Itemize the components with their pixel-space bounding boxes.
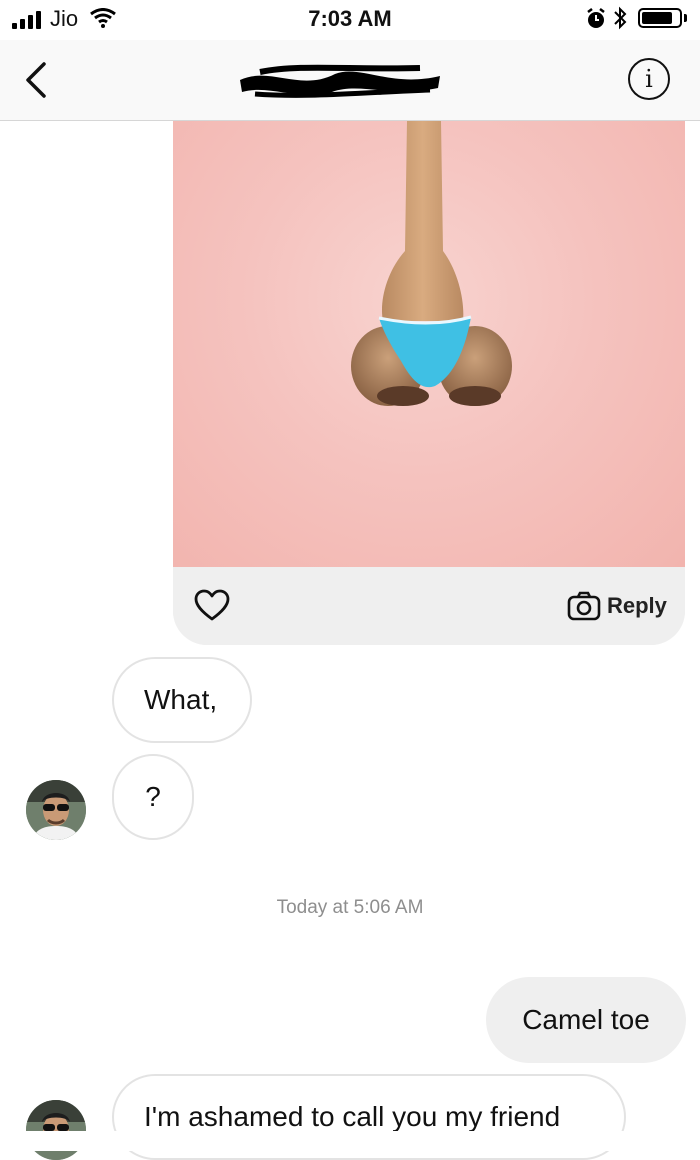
battery-icon [638,8,682,28]
reply-label: Reply [607,593,667,618]
status-bar: Jio 7:03 AM [0,0,700,40]
reply-button[interactable]: Reply [567,589,667,623]
camel-leg-illustration [351,121,512,406]
post-footer: Reply [173,567,685,645]
message-bubble[interactable]: ? [112,754,194,840]
bottom-edge [0,1131,700,1151]
redacted-username [240,62,440,100]
back-button[interactable] [20,58,56,102]
alarm-icon [586,8,606,35]
info-button[interactable]: i [628,58,670,100]
avatar[interactable] [26,1100,86,1160]
post-image[interactable] [173,121,685,567]
bluetooth-icon [612,6,628,36]
camera-icon [567,591,601,621]
message-bubble[interactable]: Camel toe [486,977,686,1063]
timestamp: Today at 5:06 AM [276,897,424,918]
message-bubble[interactable]: What, [112,657,252,743]
avatar[interactable] [26,780,86,840]
chat-header: i [0,40,700,121]
heart-icon [194,589,230,621]
chevron-left-icon [26,62,46,98]
battery-tip [684,14,687,22]
shared-post[interactable]: Reply [173,121,685,645]
like-button[interactable] [193,587,231,625]
